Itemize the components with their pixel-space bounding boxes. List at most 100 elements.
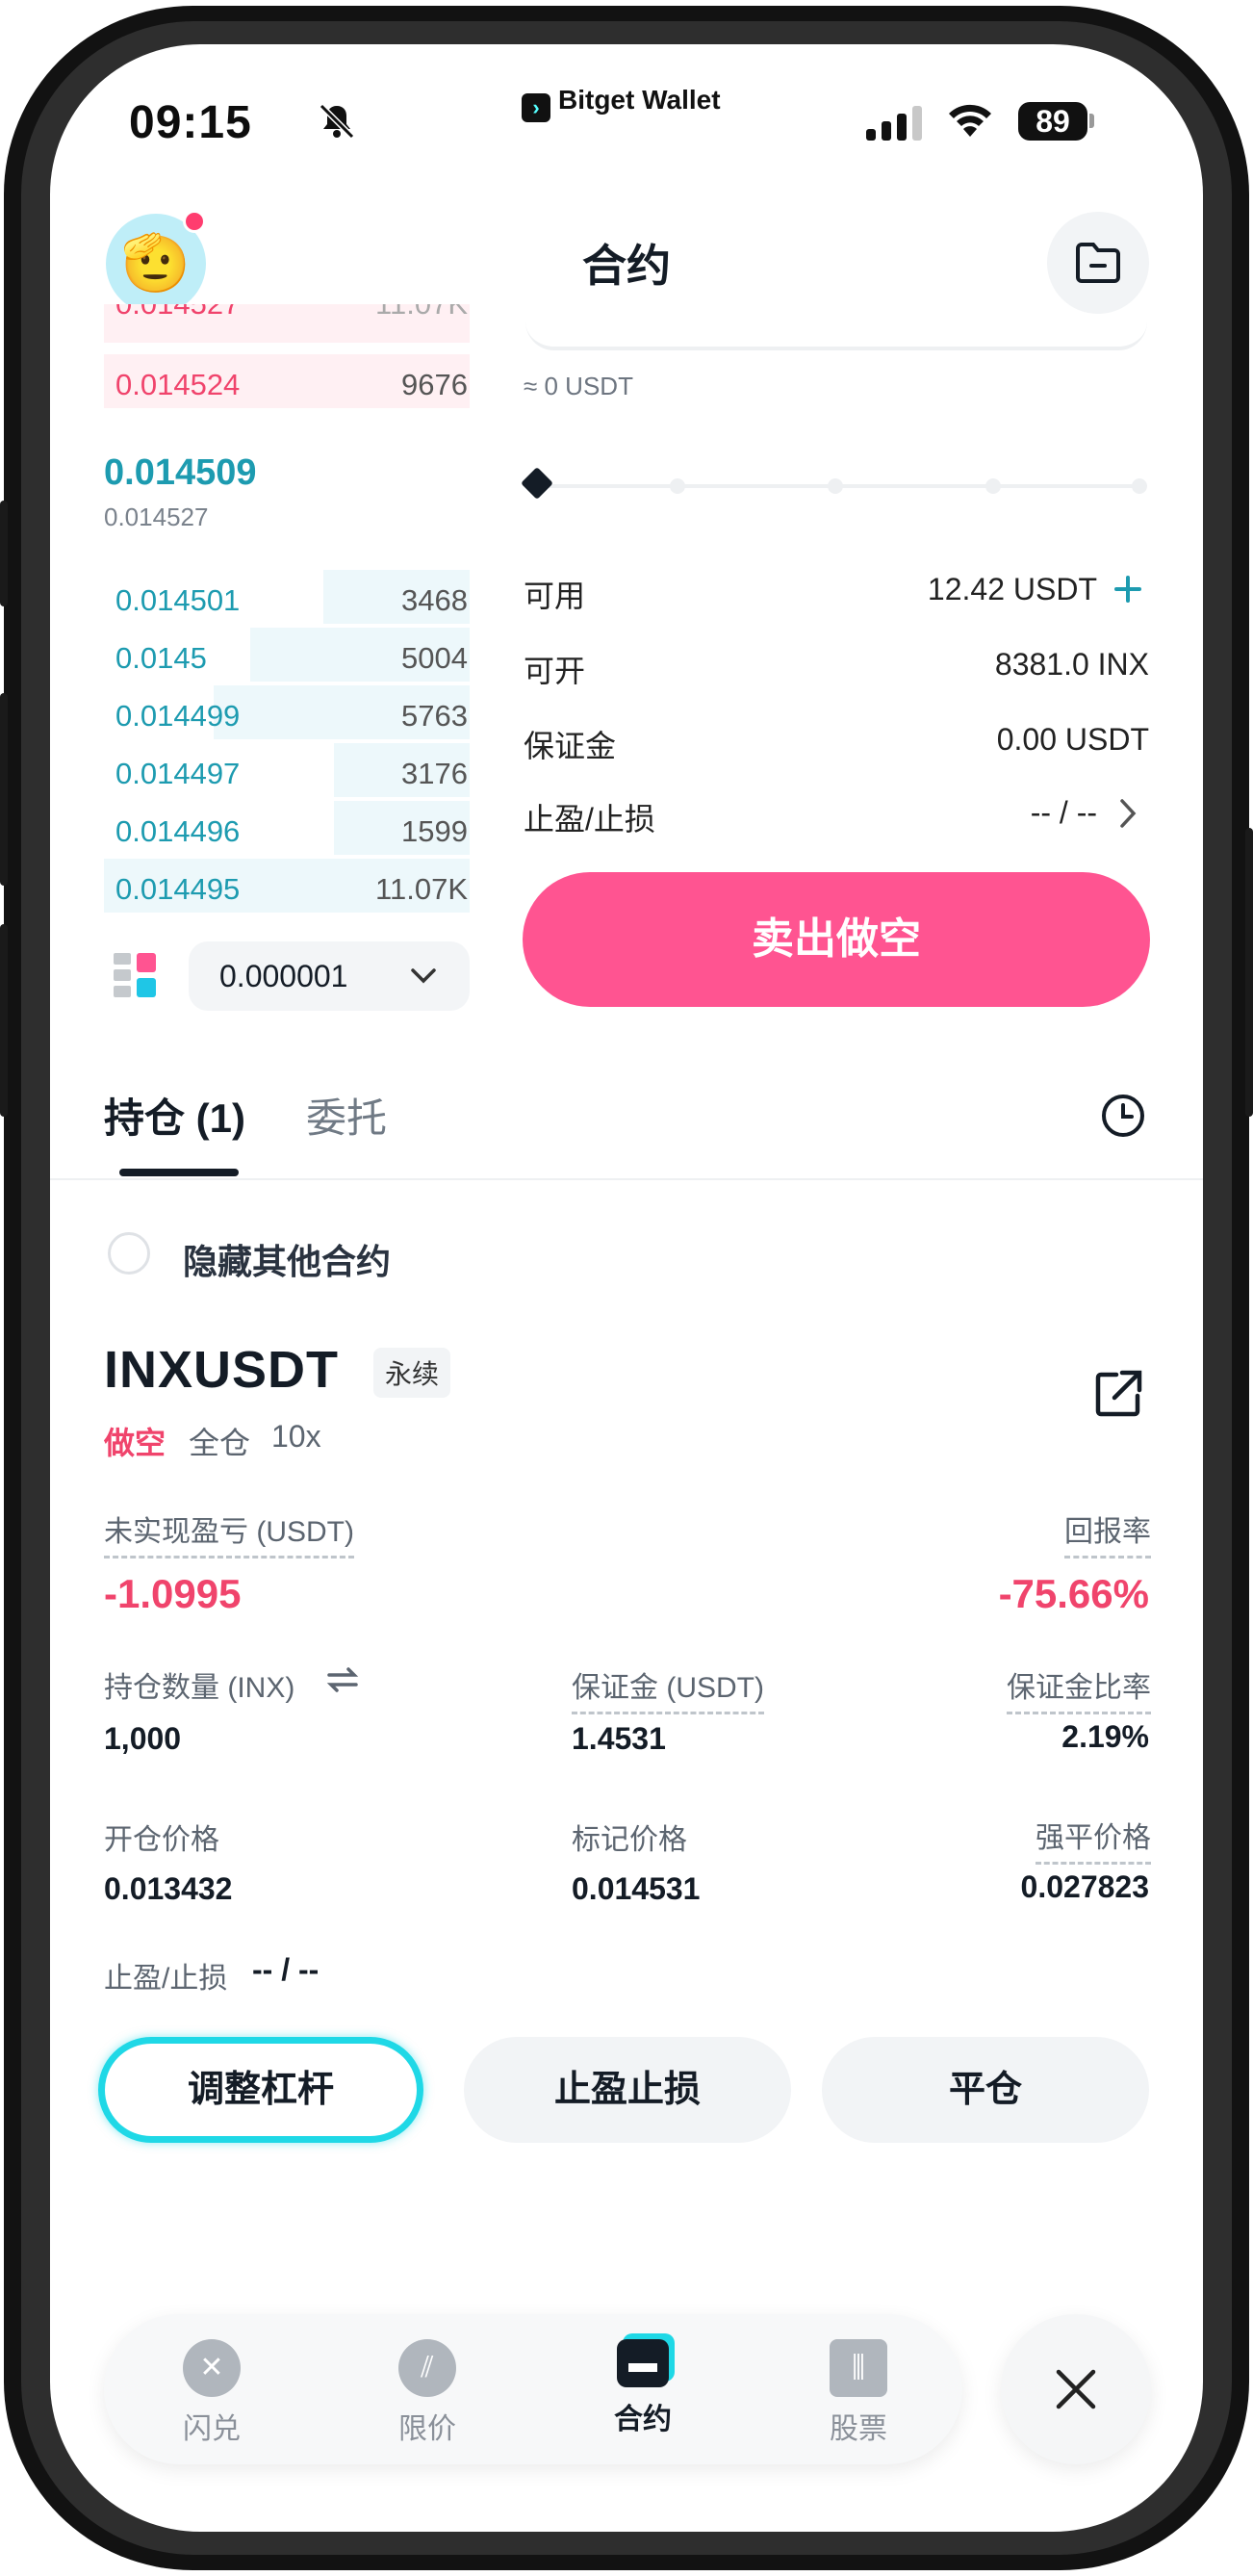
- close-position-button[interactable]: 平仓: [822, 2037, 1149, 2143]
- hide-others-label: 隐藏其他合约: [183, 1242, 392, 1281]
- ask-qty: 11.07K: [375, 304, 468, 322]
- tab-positions[interactable]: 持仓 (1): [104, 1086, 245, 1145]
- tpsl-button[interactable]: 止盈止损: [464, 2037, 791, 2143]
- mark-price-label: 标记价格: [572, 1824, 687, 1856]
- approx-value: ≈ 0 USDT: [524, 372, 633, 400]
- leverage: 10x: [271, 1419, 321, 1454]
- bid-qty: 11.07K: [375, 872, 468, 906]
- plus-icon[interactable]: [1111, 572, 1145, 606]
- bid-row[interactable]: 0.014495 11.07K: [104, 859, 470, 913]
- margin-ratio-value: 2.19%: [1061, 1719, 1149, 1754]
- cellular-signal-icon: [866, 106, 922, 141]
- brand-name: Bitget Wallet: [558, 85, 721, 115]
- battery-tip: [1089, 114, 1094, 128]
- bid-row[interactable]: 0.014497 3176: [104, 743, 470, 797]
- depth-layout-icon[interactable]: [112, 951, 160, 999]
- can-open-label: 可开: [524, 654, 586, 688]
- side-button: [0, 693, 8, 886]
- slider-step[interactable]: [985, 478, 1001, 494]
- bid-row[interactable]: 0.014501 3468: [104, 570, 470, 624]
- slider-step[interactable]: [1132, 478, 1147, 494]
- bid-row[interactable]: 0.0145 5004: [104, 628, 470, 682]
- ask-price: 0.014527: [115, 304, 240, 322]
- position-symbol: INXUSDT: [104, 1341, 340, 1399]
- share-external-icon[interactable]: [1091, 1367, 1145, 1421]
- position-size-label: 持仓数量 (INX): [104, 1672, 295, 1704]
- roe-value: -75.66%: [998, 1571, 1149, 1616]
- liq-price-value: 0.027823: [1020, 1869, 1149, 1904]
- close-nav-button[interactable]: [1001, 2314, 1151, 2464]
- tab-orders[interactable]: 委托: [306, 1086, 387, 1145]
- tpsl-value[interactable]: -- / --: [1031, 795, 1097, 831]
- brand-logo-icon: ›: [522, 93, 550, 122]
- stocks-icon: ⫼: [830, 2339, 887, 2397]
- futures-icon: ▬: [617, 2339, 669, 2387]
- swap-icon: ✕: [183, 2339, 241, 2397]
- bid-price: 0.014495: [115, 872, 241, 906]
- side-button: [1245, 828, 1253, 1117]
- swap-units-icon[interactable]: [325, 1663, 360, 1696]
- side-button: [0, 501, 8, 606]
- roe-label[interactable]: 回报率: [1064, 1507, 1151, 1558]
- close-icon: [1056, 2369, 1096, 2409]
- tpsl-label: 止盈/止损: [524, 802, 655, 837]
- bid-qty: 5004: [401, 641, 468, 675]
- bid-qty: 3176: [401, 757, 468, 790]
- entry-price-label: 开仓价格: [104, 1824, 219, 1856]
- folder-button[interactable]: [1047, 212, 1149, 314]
- last-price: 0.014509: [104, 452, 257, 493]
- slider-step[interactable]: [670, 478, 685, 494]
- bid-qty: 5763: [401, 699, 468, 733]
- unrealized-pnl-value: -1.0995: [104, 1571, 242, 1616]
- adjust-leverage-button[interactable]: 调整杠杆: [98, 2037, 423, 2143]
- bid-price: 0.014499: [115, 699, 241, 733]
- precision-select[interactable]: 0.000001: [189, 941, 470, 1011]
- bid-price: 0.0145: [115, 641, 207, 675]
- ask-row[interactable]: 0.014524 9676: [104, 354, 470, 408]
- position-tpsl-label: 止盈/止损: [104, 1963, 228, 1995]
- mark-price-value: 0.014531: [572, 1871, 701, 1906]
- screen: [50, 44, 1203, 2532]
- position-size-value: 1,000: [104, 1721, 182, 1756]
- entry-price-value: 0.013432: [104, 1871, 233, 1906]
- wifi-icon: [949, 104, 991, 137]
- nav-limit[interactable]: ⫽ 限价: [360, 2339, 495, 2447]
- bid-price: 0.014497: [115, 757, 241, 790]
- bid-row[interactable]: 0.014499 5763: [104, 685, 470, 739]
- hide-others-checkbox[interactable]: [108, 1232, 150, 1275]
- bid-price: 0.014501: [115, 583, 241, 617]
- chevron-down-icon: [411, 968, 436, 984]
- position-margin-label[interactable]: 保证金 (USDT): [572, 1663, 764, 1714]
- position-side: 做空: [104, 1426, 166, 1460]
- margin-value: 0.00 USDT: [996, 722, 1149, 757]
- bid-price: 0.014496: [115, 814, 241, 848]
- history-clock-icon[interactable]: [1099, 1092, 1147, 1140]
- status-time: 09:15: [129, 97, 252, 148]
- chevron-right-icon[interactable]: [1116, 797, 1139, 830]
- nav-stocks[interactable]: ⫼ 股票: [791, 2339, 926, 2447]
- ask-qty: 9676: [401, 368, 468, 401]
- margin-mode: 全仓: [189, 1426, 251, 1460]
- bell-muted-icon: [319, 103, 355, 140]
- amount-input-edge[interactable]: [525, 318, 1147, 350]
- unrealized-pnl-label[interactable]: 未实现盈亏 (USDT): [104, 1507, 354, 1558]
- available-value: 12.42 USDT: [927, 572, 1097, 606]
- nav-swap[interactable]: ✕ 闪兑: [144, 2339, 279, 2447]
- nav-futures[interactable]: ▬ 合约: [575, 2339, 710, 2437]
- side-button: [0, 924, 8, 1117]
- folder-icon: [1076, 243, 1120, 283]
- bid-row[interactable]: 0.014496 1599: [104, 801, 470, 855]
- slider-step[interactable]: [828, 478, 843, 494]
- mark-price-small: 0.014527: [104, 502, 209, 531]
- ask-row[interactable]: 0.014527 11.07K: [104, 304, 470, 343]
- perpetual-badge: 永续: [373, 1348, 451, 1398]
- tab-underline: [119, 1169, 239, 1176]
- margin-ratio-label[interactable]: 保证金比率: [1007, 1663, 1151, 1714]
- position-margin-value: 1.4531: [572, 1721, 666, 1756]
- divider: [50, 1178, 1203, 1180]
- bid-qty: 3468: [401, 583, 468, 617]
- sell-short-button[interactable]: 卖出做空: [523, 872, 1150, 1007]
- liq-price-label[interactable]: 强平价格: [1036, 1814, 1151, 1865]
- can-open-value: 8381.0 INX: [994, 647, 1149, 682]
- limit-icon: ⫽: [398, 2339, 456, 2397]
